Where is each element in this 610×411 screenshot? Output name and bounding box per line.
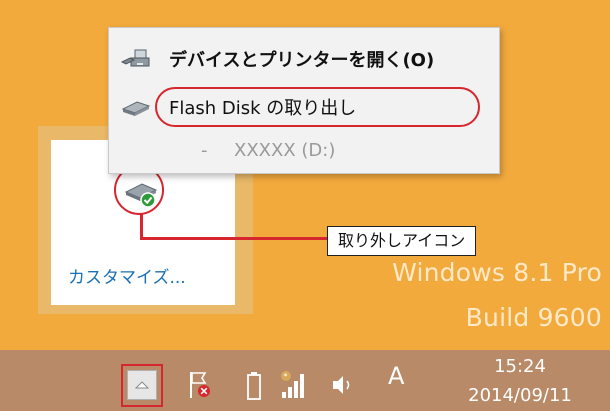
battery-icon[interactable] (247, 372, 261, 404)
tray-button-highlight (121, 364, 163, 407)
volume-icon[interactable] (330, 372, 356, 402)
callout-label: 取り外しアイコン (327, 226, 477, 256)
menu-item-open-devices[interactable]: デバイスとプリンターを開く(O) (109, 42, 499, 80)
watermark-build: Build 9600 (465, 303, 602, 332)
svg-text:*: * (284, 372, 288, 381)
customize-link[interactable]: カスタマイズ... (68, 263, 186, 288)
input-language-indicator[interactable]: A (388, 362, 404, 390)
usb-drive-icon (121, 96, 151, 118)
taskbar-clock[interactable]: 15:24 2014/09/11 (445, 356, 595, 410)
drive-dash: - (201, 140, 208, 161)
action-center-flag-icon[interactable] (187, 370, 213, 404)
callout-leader-vertical (140, 214, 143, 239)
menu-item-label: デバイスとプリンターを開く(O) (169, 50, 435, 71)
devices-printers-icon (120, 48, 151, 70)
menu-item-drive-d: - XXXXX (D:) (109, 136, 499, 174)
clock-time: 15:24 (494, 356, 546, 377)
network-signal-icon[interactable]: * (280, 370, 306, 404)
clock-date: 2014/09/11 (468, 385, 572, 406)
callout-leader-horizontal (140, 237, 328, 240)
eject-item-highlight-oval (155, 87, 480, 127)
taskbar: * A 15:24 2014/09/11 (0, 350, 610, 411)
watermark-edition: Windows 8.1 Pro (392, 258, 602, 287)
drive-label: XXXXX (D:) (234, 140, 336, 161)
